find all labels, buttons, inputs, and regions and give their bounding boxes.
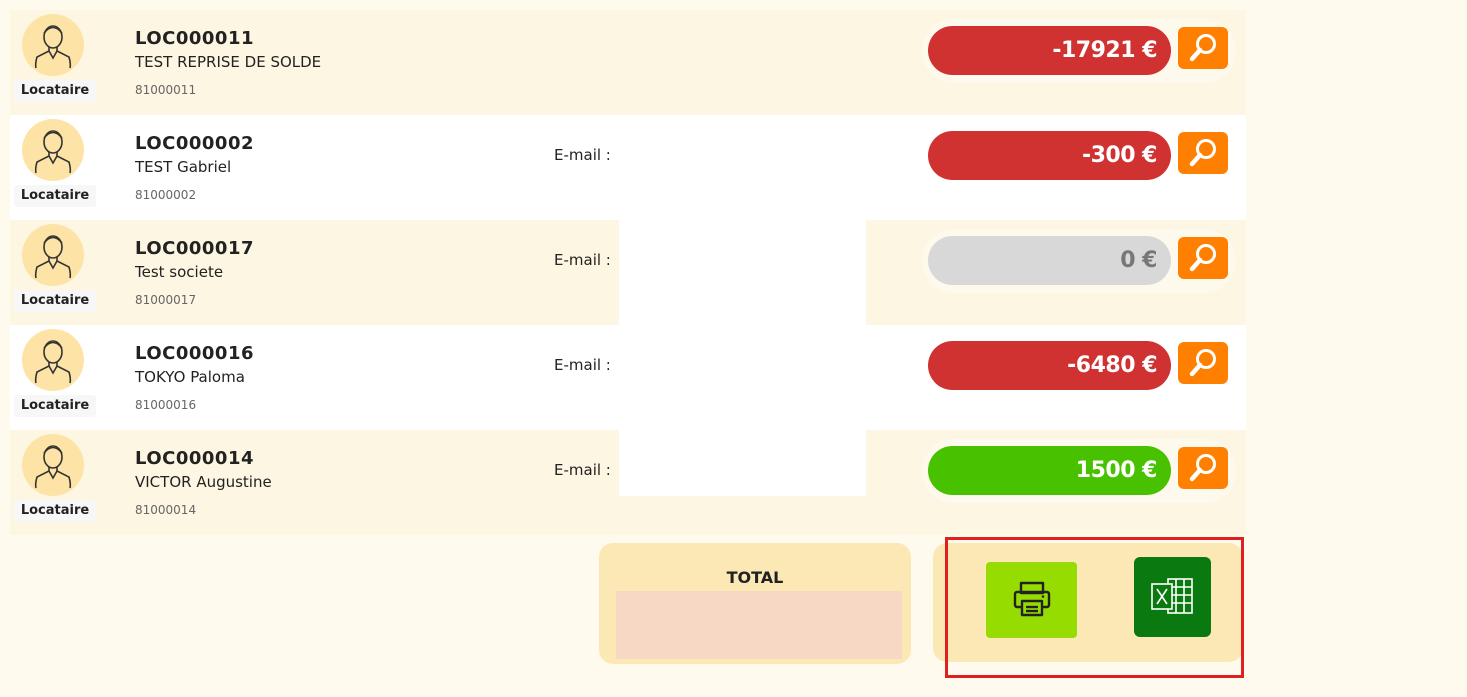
role-badge: Locataire bbox=[14, 500, 96, 522]
total-value bbox=[616, 591, 902, 659]
balance-badge: -6480 € bbox=[928, 341, 1171, 390]
tenant-code: LOC000014 bbox=[135, 448, 254, 469]
balance-badge: -300 € bbox=[928, 131, 1171, 180]
annotation-highlight-box bbox=[945, 537, 1244, 678]
magnifier-icon bbox=[1189, 139, 1216, 167]
total-label: TOTAL bbox=[726, 568, 784, 587]
tenant-name: VICTOR Augustine bbox=[135, 473, 272, 491]
redacted-area bbox=[619, 220, 866, 496]
tenant-name: Test societe bbox=[135, 263, 224, 281]
email-label: E-mail : bbox=[554, 356, 611, 374]
balance-badge: 1500 € bbox=[928, 446, 1171, 495]
view-details-button[interactable] bbox=[1178, 237, 1228, 279]
tenant-name: TEST REPRISE DE SOLDE bbox=[135, 53, 322, 71]
view-details-button[interactable] bbox=[1178, 447, 1228, 489]
tenant-reference: 81000002 bbox=[135, 188, 197, 202]
tenant-reference: 81000017 bbox=[135, 293, 197, 307]
view-details-button[interactable] bbox=[1178, 132, 1228, 174]
email-label: E-mail : bbox=[554, 146, 611, 164]
view-details-button[interactable] bbox=[1178, 342, 1228, 384]
user-avatar-icon bbox=[22, 329, 84, 391]
user-avatar-icon bbox=[22, 14, 84, 76]
email-label: E-mail : bbox=[554, 461, 611, 479]
magnifier-icon bbox=[1189, 454, 1216, 482]
tenant-reference: 81000014 bbox=[135, 503, 197, 517]
tenant-reference: 81000016 bbox=[135, 398, 197, 412]
balance-badge: -17921 € bbox=[928, 26, 1171, 75]
user-avatar-icon bbox=[22, 224, 84, 286]
tenant-name: TOKYO Paloma bbox=[135, 368, 245, 386]
role-badge: Locataire bbox=[14, 80, 96, 102]
role-badge: Locataire bbox=[14, 290, 96, 312]
role-badge: Locataire bbox=[14, 395, 96, 417]
table-row: Locataire LOC000011 TEST REPRISE DE SOLD… bbox=[10, 10, 1246, 115]
tenant-code: LOC000016 bbox=[135, 343, 254, 364]
table-row: Locataire LOC000002 TEST Gabriel 8100000… bbox=[10, 115, 1246, 220]
total-panel: TOTAL bbox=[599, 543, 911, 664]
tenant-reference: 81000011 bbox=[135, 83, 197, 97]
view-details-button[interactable] bbox=[1178, 27, 1228, 69]
magnifier-icon bbox=[1189, 244, 1216, 272]
user-avatar-icon bbox=[22, 119, 84, 181]
tenant-name: TEST Gabriel bbox=[135, 158, 232, 176]
email-label: E-mail : bbox=[554, 251, 611, 269]
tenant-code: LOC000017 bbox=[135, 238, 254, 259]
tenant-code: LOC000011 bbox=[135, 28, 254, 49]
tenant-code: LOC000002 bbox=[135, 133, 254, 154]
magnifier-icon bbox=[1189, 34, 1216, 62]
balance-badge: 0 € bbox=[928, 236, 1171, 285]
magnifier-icon bbox=[1189, 349, 1216, 377]
role-badge: Locataire bbox=[14, 185, 96, 207]
user-avatar-icon bbox=[22, 434, 84, 496]
